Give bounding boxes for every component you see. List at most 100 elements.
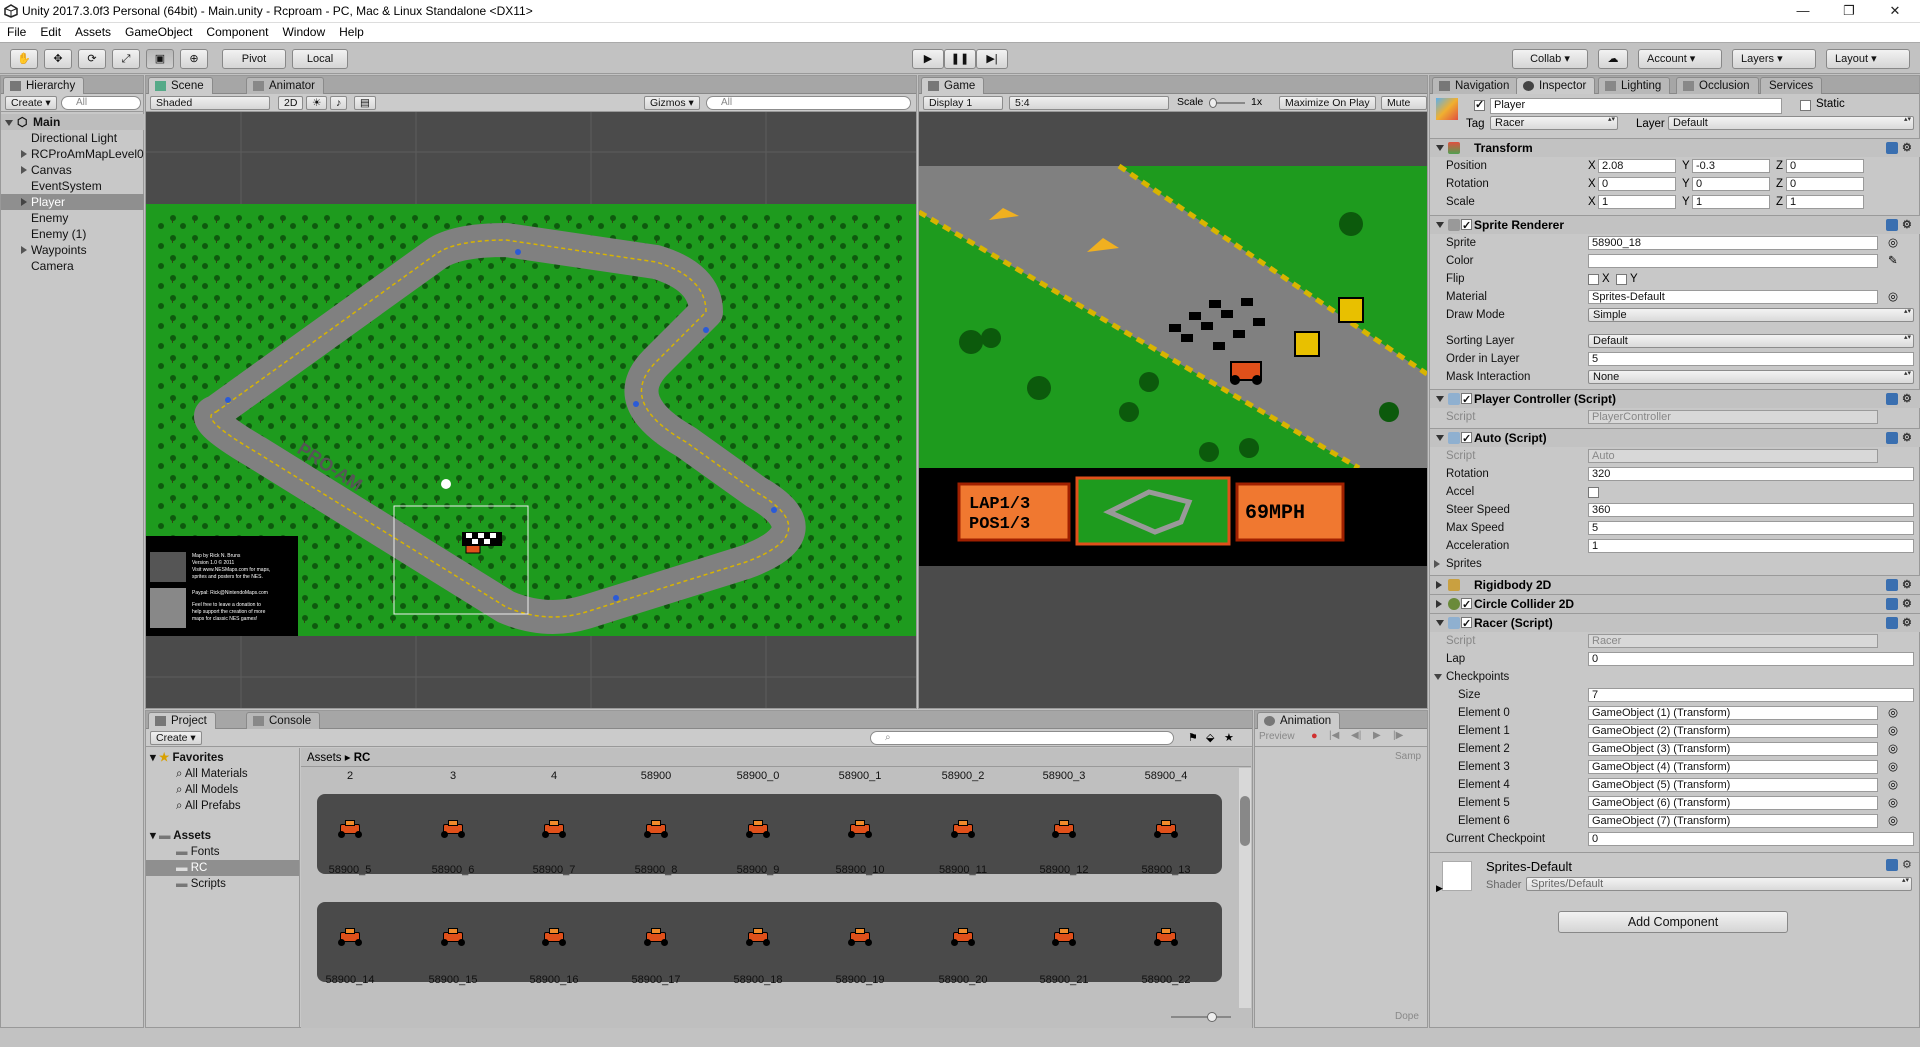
scale-x-field[interactable]: 1 [1598,195,1676,209]
minimize-button[interactable]: — [1780,0,1826,23]
steer-speed-field[interactable]: 360 [1588,503,1914,517]
sprite-asset[interactable]: 58900_22 [1121,928,1211,986]
menu-file[interactable]: File [0,23,33,41]
material-section[interactable]: ▶ Sprites-Default Shader Sprites/Default… [1430,852,1920,896]
hierarchy-item-enemy-1[interactable]: Enemy (1) [1,226,144,242]
position-x-field[interactable]: 2.08 [1598,159,1676,173]
expand-arrow-icon[interactable] [21,198,27,206]
menu-component[interactable]: Component [199,23,275,41]
sprite-asset[interactable]: 58900_5 [305,820,395,876]
2d-toggle[interactable]: 2D [278,96,304,110]
sprite-asset[interactable]: 58900_19 [815,928,905,986]
tab-game[interactable]: Game [921,77,985,94]
hierarchy-item-player[interactable]: Player [1,194,144,210]
game-view[interactable]: LAP1/3 POS1/3 69MPH [919,112,1427,708]
local-toggle[interactable]: Local [292,49,348,69]
help-icon[interactable] [1886,393,1898,405]
collab-dropdown[interactable]: Collab ▾ [1512,49,1588,69]
object-picker-icon[interactable]: ◎ [1888,794,1898,812]
expand-arrow-icon[interactable]: ▶ [1436,883,1443,894]
enemy-car-game[interactable] [1294,331,1320,357]
racer-enabled-checkbox[interactable] [1461,615,1472,633]
sprite-field[interactable]: 58900_18 [1588,236,1878,250]
scale-y-field[interactable]: 1 [1692,195,1770,209]
asset-label[interactable]: 58900 [611,770,701,782]
expand-arrow-icon[interactable] [5,120,13,126]
hierarchy-item-map[interactable]: RCProAmMapLevel0 [1,146,144,162]
gear-icon[interactable]: ⚙ [1902,393,1914,405]
icon-size-slider[interactable] [1171,1012,1231,1022]
gear-icon[interactable]: ⚙ [1902,598,1914,610]
assets-row[interactable]: ▾ ▬ Assets [150,828,211,844]
fold-arrow-icon[interactable] [1436,581,1442,589]
sprite-asset[interactable]: 58900_7 [509,820,599,876]
accel-checkbox[interactable] [1588,487,1599,498]
play-anim-icon[interactable]: ▶ [1373,730,1381,741]
asset-label[interactable]: 4 [509,770,599,782]
rect-tool-button[interactable]: ▣ [146,49,174,69]
game-canvas[interactable]: LAP1/3 POS1/3 69MPH [919,112,1427,708]
help-icon[interactable] [1886,859,1898,871]
menu-assets[interactable]: Assets [68,23,118,41]
lighting-toggle[interactable]: ☀ [306,96,328,110]
sprite-asset[interactable]: 58900_20 [918,928,1008,986]
menu-help[interactable]: Help [332,23,371,41]
active-checkbox[interactable] [1474,98,1485,111]
scale-slider-thumb[interactable] [1209,98,1217,108]
layout-dropdown[interactable]: Layout ▾ [1826,49,1910,69]
help-icon[interactable] [1886,219,1898,231]
help-icon[interactable] [1886,142,1898,154]
fold-arrow-icon[interactable] [1436,435,1444,441]
aspect-dropdown[interactable]: 5:4 [1009,96,1169,110]
current-checkpoint-field[interactable]: 0 [1588,832,1914,846]
hierarchy-create-button[interactable]: Create ▾ [5,96,57,110]
sprite-asset[interactable]: 58900_18 [713,928,803,986]
filter-type-icon[interactable]: ⚑ [1188,731,1198,744]
object-picker-icon[interactable]: ◎ [1888,704,1898,722]
scene-row-main[interactable]: ⬡ Main [1,114,144,130]
tab-console[interactable]: Console [246,712,321,729]
dopesheet-toggle[interactable]: Dope [1395,1011,1419,1022]
object-picker-icon[interactable]: ◎ [1888,288,1898,306]
tag-dropdown[interactable]: Racer [1490,116,1618,130]
sprite-asset[interactable]: 58900_12 [1019,820,1109,876]
element-field[interactable]: GameObject (6) (Transform) [1588,796,1878,810]
sprites-row[interactable]: Sprites [1430,555,1920,573]
object-name-field[interactable]: Player [1490,98,1782,114]
sprite-asset[interactable]: 58900_16 [509,928,599,986]
auto-enabled-checkbox[interactable] [1461,430,1472,448]
favorite-star-icon[interactable]: ★ [1224,731,1234,744]
flip-y-checkbox[interactable] [1616,274,1627,285]
audio-toggle[interactable]: ♪ [330,96,348,110]
project-scrollbar-thumb[interactable] [1240,796,1250,846]
rigidbody-header[interactable]: Rigidbody 2D ⚙ [1430,575,1920,594]
favorite-item[interactable]: ⌕ All Materials [176,766,248,782]
expand-arrow-icon[interactable] [21,166,27,174]
auto-header[interactable]: Auto (Script) ⚙ [1430,428,1920,448]
size-field[interactable]: 7 [1588,688,1914,702]
rotate-tool-button[interactable]: ⟳ [78,49,106,69]
tab-hierarchy[interactable]: Hierarchy [3,77,85,94]
scale-z-field[interactable]: 1 [1786,195,1864,209]
max-speed-field[interactable]: 5 [1588,521,1914,535]
play-button[interactable]: ▶ [912,49,944,69]
gizmos-dropdown[interactable]: Gizmos ▾ [644,96,700,110]
breadcrumb-item[interactable]: Assets [307,752,342,764]
tab-occlusion[interactable]: Occlusion [1676,77,1759,94]
order-field[interactable]: 5 [1588,352,1914,366]
fold-arrow-icon[interactable] [1436,620,1444,626]
scale-slider[interactable] [1209,98,1245,108]
element-field[interactable]: GameObject (3) (Transform) [1588,742,1878,756]
transform-header[interactable]: Transform ⚙ [1430,138,1920,157]
effects-toggle[interactable]: ▤ [354,96,376,110]
hand-tool-button[interactable]: ✋ [10,49,38,69]
display-dropdown[interactable]: Display 1 [923,96,1003,110]
object-picker-icon[interactable]: ◎ [1888,740,1898,758]
icon-size-slider-thumb[interactable] [1207,1012,1217,1022]
next-key-icon[interactable]: |▶ [1393,730,1403,741]
preview-toggle[interactable]: Preview [1259,731,1295,742]
close-button[interactable]: ✕ [1872,0,1918,23]
static-checkbox[interactable] [1800,100,1811,111]
prev-key-icon[interactable]: ◀| [1351,730,1361,741]
folder-item[interactable]: ▬ Fonts [176,844,219,860]
